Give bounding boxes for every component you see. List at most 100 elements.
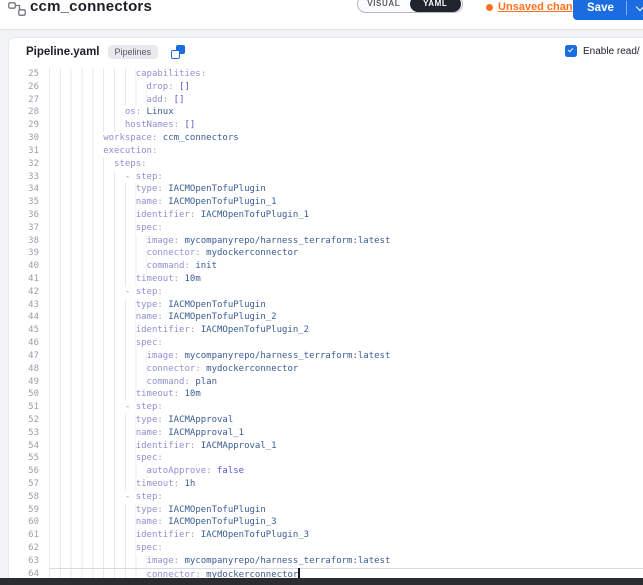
code-line-text[interactable]: image: mycompanyrepo/harness_terraform:l… <box>49 350 643 363</box>
code-line[interactable]: 32 steps: <box>9 158 643 171</box>
code-line-text[interactable]: name: IACMOpenTofuPlugin_1 <box>49 196 643 209</box>
yaml-code-editor[interactable]: 25 capabilities:26 drop: []27 add: []28 … <box>9 65 643 578</box>
code-line[interactable]: 35 name: IACMOpenTofuPlugin_1 <box>9 196 643 209</box>
code-line[interactable]: 25 capabilities: <box>9 68 643 81</box>
line-number: 34 <box>9 183 39 196</box>
code-line-text[interactable]: autoApprove: false <box>49 465 643 478</box>
code-line[interactable]: 60 name: IACMOpenTofuPlugin_3 <box>9 516 643 529</box>
code-line[interactable]: 46 spec: <box>9 337 643 350</box>
code-line-text[interactable]: connector: mydockerconnector <box>49 363 643 376</box>
code-line-text[interactable]: drop: [] <box>49 81 643 94</box>
line-number: 32 <box>9 158 39 171</box>
code-line-text[interactable]: name: IACMOpenTofuPlugin_2 <box>49 311 643 324</box>
code-line[interactable]: 28 os: Linux <box>9 106 643 119</box>
code-line[interactable]: 30 workspace: ccm_connectors <box>9 132 643 145</box>
code-line-text[interactable]: connector: mydockerconnector <box>49 247 643 260</box>
code-line-text[interactable]: spec: <box>49 337 643 350</box>
code-line-text[interactable]: identifier: IACMApproval_1 <box>49 440 643 453</box>
code-line[interactable]: 54 identifier: IACMApproval_1 <box>9 440 643 453</box>
enable-edit-toggle[interactable]: Enable read/ <box>565 45 640 57</box>
line-number: 46 <box>9 337 39 350</box>
visual-yaml-toggle[interactable]: VISUAL YAML <box>357 0 463 13</box>
code-line[interactable]: 33 - step: <box>9 171 643 184</box>
code-line-text[interactable]: timeout: 1h <box>49 478 643 491</box>
code-line-text[interactable]: execution: <box>49 145 643 158</box>
code-line[interactable]: 41 timeout: 10m <box>9 273 643 286</box>
code-line[interactable]: 42 - step: <box>9 286 643 299</box>
copy-icon[interactable] <box>171 45 185 59</box>
code-line-text[interactable]: identifier: IACMOpenTofuPlugin_1 <box>49 209 643 222</box>
code-line[interactable]: 59 type: IACMOpenTofuPlugin <box>9 504 643 517</box>
line-number: 27 <box>9 94 39 107</box>
code-line[interactable]: 61 identifier: IACMOpenTofuPlugin_3 <box>9 529 643 542</box>
code-line[interactable]: 50 timeout: 10m <box>9 388 643 401</box>
code-line[interactable]: 64 connector: mydockerconnector <box>9 568 643 578</box>
code-line[interactable]: 52 type: IACMApproval <box>9 414 643 427</box>
code-line-text[interactable]: type: IACMOpenTofuPlugin <box>49 504 643 517</box>
code-line-text[interactable]: image: mycompanyrepo/harness_terraform:l… <box>49 555 643 568</box>
code-line-text[interactable]: type: IACMOpenTofuPlugin <box>49 299 643 312</box>
code-line-text[interactable]: add: [] <box>49 94 643 107</box>
code-line-text[interactable]: name: IACMOpenTofuPlugin_3 <box>49 516 643 529</box>
code-line-text[interactable]: identifier: IACMOpenTofuPlugin_3 <box>49 529 643 542</box>
code-line[interactable]: 51 - step: <box>9 401 643 414</box>
code-line[interactable]: 36 identifier: IACMOpenTofuPlugin_1 <box>9 209 643 222</box>
save-button[interactable]: Save <box>573 2 626 14</box>
code-line-text[interactable]: spec: <box>49 222 643 235</box>
code-line-text[interactable]: identifier: IACMOpenTofuPlugin_2 <box>49 324 643 337</box>
code-line[interactable]: 45 identifier: IACMOpenTofuPlugin_2 <box>9 324 643 337</box>
code-line[interactable]: 56 autoApprove: false <box>9 465 643 478</box>
code-line-text[interactable]: capabilities: <box>49 68 643 81</box>
file-name-tab[interactable]: Pipeline.yaml <box>26 46 100 58</box>
code-line[interactable]: 31 execution: <box>9 145 643 158</box>
code-line-text[interactable]: timeout: 10m <box>49 388 643 401</box>
code-line[interactable]: 57 timeout: 1h <box>9 478 643 491</box>
code-line-text[interactable]: command: init <box>49 260 643 273</box>
line-number: 48 <box>9 363 39 376</box>
code-line-text[interactable]: hostNames: [] <box>49 119 643 132</box>
bottom-edge-bar <box>0 578 643 585</box>
code-line-text[interactable]: - step: <box>49 286 643 299</box>
code-line[interactable]: 53 name: IACMApproval_1 <box>9 427 643 440</box>
code-line-text[interactable]: - step: <box>49 491 643 504</box>
code-line[interactable]: 38 image: mycompanyrepo/harness_terrafor… <box>9 235 643 248</box>
check-icon <box>568 46 574 52</box>
code-line[interactable]: 48 connector: mydockerconnector <box>9 363 643 376</box>
code-line[interactable]: 62 spec: <box>9 542 643 555</box>
code-line[interactable]: 26 drop: [] <box>9 81 643 94</box>
code-line[interactable]: 37 spec: <box>9 222 643 235</box>
code-line[interactable]: 47 image: mycompanyrepo/harness_terrafor… <box>9 350 643 363</box>
code-line[interactable]: 27 add: [] <box>9 94 643 107</box>
save-options-button[interactable] <box>627 7 643 10</box>
code-line-text[interactable]: spec: <box>49 542 643 555</box>
code-line[interactable]: 44 name: IACMOpenTofuPlugin_2 <box>9 311 643 324</box>
code-line-text[interactable]: connector: mydockerconnector <box>49 568 643 578</box>
code-line-text[interactable]: workspace: ccm_connectors <box>49 132 643 145</box>
code-line[interactable]: 49 command: plan <box>9 376 643 389</box>
code-line[interactable]: 39 connector: mydockerconnector <box>9 247 643 260</box>
toggle-visual[interactable]: VISUAL <box>358 0 410 12</box>
code-line[interactable]: 34 type: IACMOpenTofuPlugin <box>9 183 643 196</box>
code-line-text[interactable]: os: Linux <box>49 106 643 119</box>
code-line-text[interactable]: type: IACMApproval <box>49 414 643 427</box>
code-line[interactable]: 63 image: mycompanyrepo/harness_terrafor… <box>9 555 643 568</box>
code-line-text[interactable]: command: plan <box>49 376 643 389</box>
toggle-yaml[interactable]: YAML <box>410 0 462 12</box>
code-line[interactable]: 58 - step: <box>9 491 643 504</box>
code-line[interactable]: 40 command: init <box>9 260 643 273</box>
code-line-text[interactable]: type: IACMOpenTofuPlugin <box>49 183 643 196</box>
code-line[interactable]: 43 type: IACMOpenTofuPlugin <box>9 299 643 312</box>
code-line[interactable]: 55 spec: <box>9 452 643 465</box>
code-line-text[interactable]: steps: <box>49 158 643 171</box>
code-line-text[interactable]: name: IACMApproval_1 <box>49 427 643 440</box>
code-line[interactable]: 29 hostNames: [] <box>9 119 643 132</box>
line-number: 28 <box>9 106 39 119</box>
code-line-text[interactable]: - step: <box>49 171 643 184</box>
enable-edit-checkbox[interactable] <box>565 45 577 57</box>
code-line-text[interactable]: image: mycompanyrepo/harness_terraform:l… <box>49 235 643 248</box>
page-title: ccm_connectors <box>30 0 152 15</box>
code-line-text[interactable]: - step: <box>49 401 643 414</box>
code-line-text[interactable]: timeout: 10m <box>49 273 643 286</box>
save-split-button[interactable]: Save <box>573 0 643 20</box>
code-line-text[interactable]: spec: <box>49 452 643 465</box>
